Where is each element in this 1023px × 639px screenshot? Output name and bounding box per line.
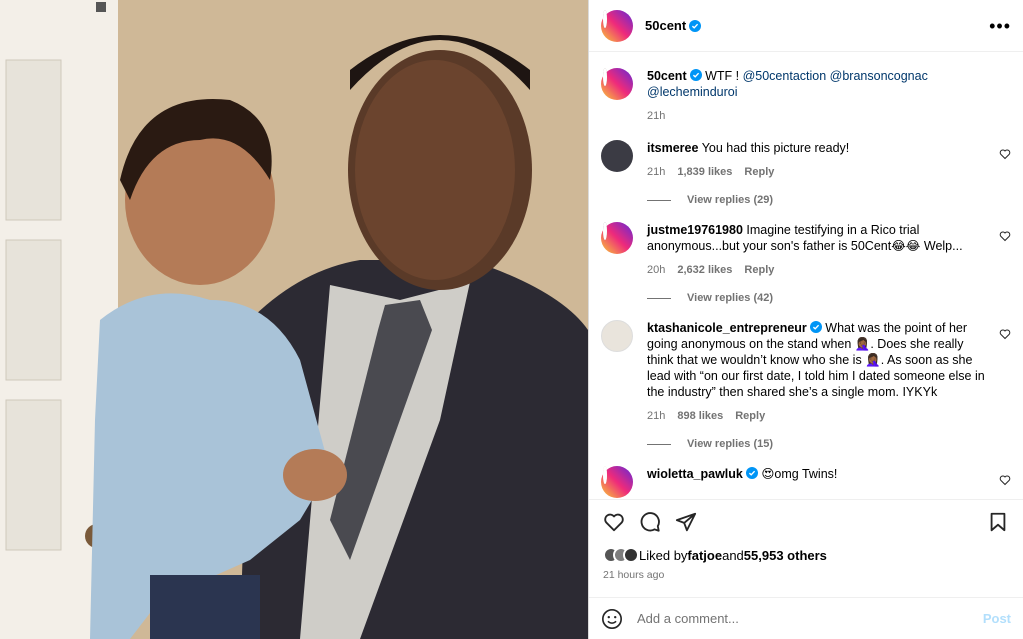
comment-text: You had this picture ready! [701, 141, 850, 155]
caption-avatar[interactable] [601, 68, 633, 100]
mention-link[interactable]: @50centaction [743, 69, 827, 83]
comment-username[interactable]: justme19761980 [647, 223, 743, 237]
comment-username[interactable]: itsmeree [647, 141, 698, 155]
reply-button[interactable]: Reply [744, 264, 774, 276]
comment-likes[interactable]: 2,632 likes [677, 264, 732, 276]
reply-button[interactable]: Reply [735, 410, 765, 422]
photo-illustration [0, 0, 588, 639]
comment-text: 😍omg Twins! [761, 467, 838, 481]
commenter-avatar[interactable] [601, 140, 633, 172]
caption-username[interactable]: 50cent [647, 69, 687, 83]
comment-heart-icon[interactable] [999, 474, 1011, 486]
mention-link[interactable]: @lecheminduroi [647, 85, 738, 99]
bookmark-icon[interactable] [987, 511, 1009, 533]
caption-meta: 21h [647, 110, 987, 122]
liker-username[interactable]: fatjoe [687, 548, 722, 563]
view-replies-button[interactable]: View replies (29) [647, 194, 1011, 206]
comment: itsmeree You had this picture ready! 21h… [601, 140, 1011, 178]
view-replies-label: View replies (15) [687, 438, 774, 450]
comment-heart-icon[interactable] [999, 328, 1011, 340]
comment: wioletta_pawluk 😍omg Twins! [601, 466, 1011, 498]
view-replies-label: View replies (29) [687, 194, 774, 206]
view-replies-button[interactable]: View replies (42) [647, 292, 1011, 304]
comment: ktashanicole_entrepreneur What was the p… [601, 320, 1011, 422]
comment-likes[interactable]: 898 likes [677, 410, 723, 422]
comment: justme19761980 Imagine testifying in a R… [601, 222, 1011, 276]
likes-prefix: Liked by [639, 547, 688, 563]
post-photo[interactable] [0, 0, 588, 639]
comment-time[interactable]: 21h [647, 166, 665, 178]
post-button[interactable]: Post [983, 611, 1011, 626]
caption: 50cent WTF ! @50centaction @bransoncogna… [601, 68, 1011, 122]
commenter-avatar[interactable] [601, 222, 633, 254]
comment-heart-icon[interactable] [999, 148, 1011, 160]
emoji-icon[interactable] [601, 608, 623, 630]
comment-time[interactable]: 21h [647, 410, 665, 422]
comments-section[interactable]: 50cent WTF ! @50centaction @bransoncogna… [589, 52, 1023, 499]
add-comment-bar: Post [589, 597, 1023, 639]
comment-username[interactable]: ktashanicole_entrepreneur [647, 321, 807, 335]
verified-badge-icon [745, 467, 758, 479]
comment-username[interactable]: wioletta_pawluk [647, 467, 743, 481]
posted-time[interactable]: 21 hours ago [589, 569, 1023, 591]
view-replies-label: View replies (42) [687, 292, 774, 304]
comment-input[interactable] [637, 611, 983, 626]
verified-badge-icon [689, 69, 702, 81]
post-side-panel: 50cent ••• 50cent WTF ! @50centaction @b… [588, 0, 1023, 639]
caption-time[interactable]: 21h [647, 110, 665, 122]
comment-icon[interactable] [639, 511, 661, 533]
comment-likes[interactable]: 1,839 likes [677, 166, 732, 178]
author-username[interactable]: 50cent [645, 18, 686, 33]
post-actions-bar [589, 499, 1023, 543]
send-icon[interactable] [675, 511, 697, 533]
caption-body: WTF ! [705, 69, 743, 83]
commenter-avatar[interactable] [601, 466, 633, 498]
likes-summary: Liked by fatjoe and 55,953 others [589, 543, 1023, 567]
comment-heart-icon[interactable] [999, 230, 1011, 242]
verified-badge-icon [689, 19, 702, 32]
instagram-post-view: 50cent ••• 50cent WTF ! @50centaction @b… [0, 0, 1023, 639]
verified-badge-icon [809, 321, 822, 333]
mention-link[interactable]: @bransoncognac [830, 69, 928, 83]
reply-button[interactable]: Reply [744, 166, 774, 178]
liker-avatars[interactable] [603, 547, 639, 563]
likes-count[interactable]: 55,953 others [744, 548, 827, 563]
caption-text: 50cent WTF ! @50centaction @bransoncogna… [647, 68, 987, 100]
view-replies-button[interactable]: View replies (15) [647, 438, 1011, 450]
post-header: 50cent ••• [589, 0, 1023, 52]
comment-time[interactable]: 20h [647, 264, 665, 276]
author-avatar[interactable] [601, 9, 633, 42]
likes-middle: and [722, 547, 744, 563]
commenter-avatar[interactable] [601, 320, 633, 352]
more-horizontal-icon[interactable]: ••• [989, 17, 1011, 35]
heart-icon[interactable] [603, 511, 625, 533]
